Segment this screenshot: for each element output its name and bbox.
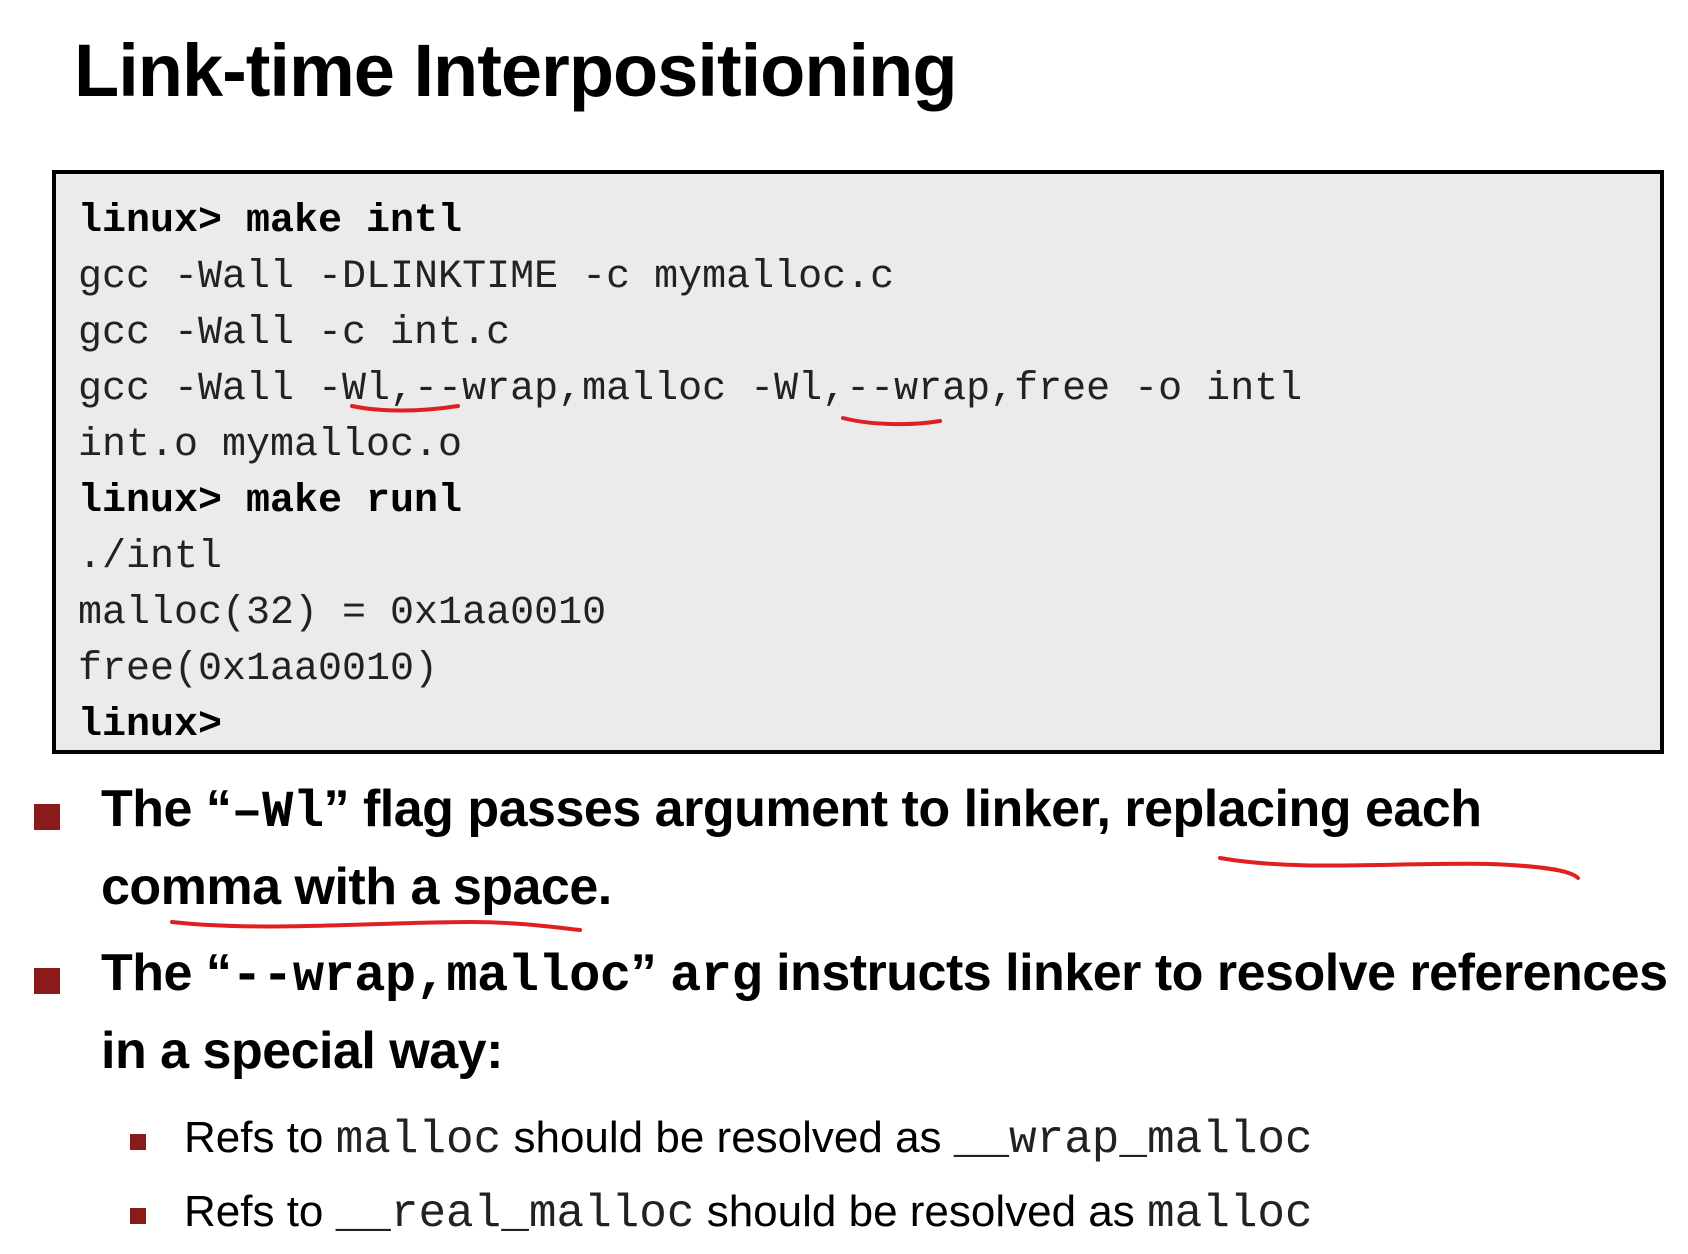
inline-code: __real_malloc [335,1188,695,1240]
bullet-text-part: The “ [101,944,232,1002]
inline-code: malloc [1147,1188,1313,1240]
bullet-text: The “--wrap,malloc” arg instructs linker… [101,936,1671,1088]
terminal-line: gcc -Wall -c int.c [78,311,511,356]
bullet-text-part: The “ [101,780,232,838]
terminal-line: int.o mymalloc.o [78,423,463,468]
terminal-line: gcc -Wall -DLINKTIME -c mymalloc.c [78,255,895,300]
terminal-output: linux> make intl gcc -Wall -DLINKTIME -c… [52,170,1664,754]
bullet-text-part: ” [630,944,671,1002]
inline-code: __wrap_malloc [953,1114,1313,1166]
bullet-text: The “–Wl” flag passes argument to linker… [101,772,1671,924]
square-bullet-icon [34,968,60,994]
terminal-line: malloc(32) = 0x1aa0010 [78,591,607,636]
terminal-line: free(0x1aa0010) [78,647,439,692]
terminal-line: linux> [78,703,223,748]
inline-code: malloc [335,1114,502,1166]
terminal-line: gcc -Wall -Wl,--wrap,malloc -Wl,--wrap,f… [78,367,1303,412]
inline-code: arg [670,947,763,1006]
inline-code: --wrap,malloc [231,947,631,1006]
slide-title: Link-time Interpositioning [74,29,958,112]
terminal-line: ./intl [78,535,223,580]
sub-bullet-text-part: should be resolved as [501,1113,954,1162]
sub-bullet-text-part: should be resolved as [694,1187,1147,1236]
square-bullet-icon [130,1208,146,1224]
square-bullet-icon [34,804,60,830]
square-bullet-icon [130,1134,146,1150]
terminal-line: linux> make intl [78,199,463,244]
inline-code: –Wl [231,783,324,842]
sub-bullet-text-part: Refs to [184,1187,336,1236]
sub-bullet-text: Refs to malloc should be resolved as __w… [184,1108,1313,1170]
sub-bullet-text-part: Refs to [184,1113,336,1162]
terminal-line: linux> make runl [78,479,463,524]
sub-bullet-text: Refs to __real_malloc should be resolved… [184,1182,1313,1244]
